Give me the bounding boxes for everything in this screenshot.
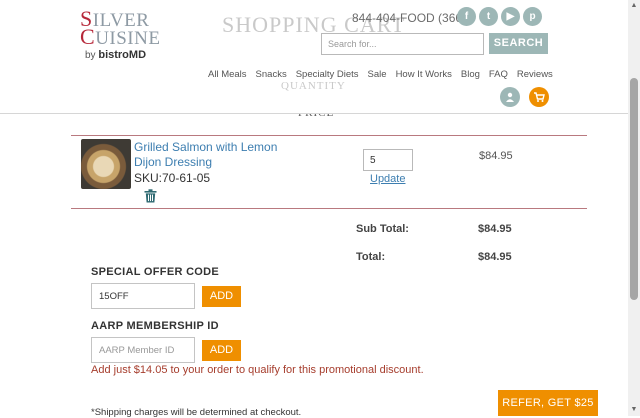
scroll-up-arrow-icon[interactable]: ▲ [628, 0, 640, 12]
phone-number[interactable]: 844-404-FOOD (3663) [352, 11, 473, 25]
facebook-icon[interactable]: f [457, 7, 476, 26]
nav-reviews[interactable]: Reviews [517, 69, 553, 80]
refer-button[interactable]: REFER, GET $25 [498, 390, 598, 416]
search-input[interactable] [321, 33, 484, 55]
nav-all-meals[interactable]: All Meals [208, 69, 247, 80]
divider-bottom [71, 208, 587, 209]
account-icon[interactable] [500, 87, 520, 107]
total-label: Total: [356, 251, 386, 263]
product-sku: SKU:70-61-05 [134, 171, 211, 185]
aarp-heading: AARP MEMBERSHIP ID [91, 320, 219, 332]
update-link[interactable]: Update [370, 173, 405, 185]
promo-message: Add just $14.05 to your order to qualify… [91, 364, 424, 376]
scroll-down-arrow-icon[interactable]: ▼ [628, 404, 640, 416]
special-offer-input[interactable] [91, 283, 195, 309]
pinterest-icon[interactable]: p [523, 7, 542, 26]
nav-snacks[interactable]: Snacks [256, 69, 287, 80]
trash-icon[interactable] [144, 189, 157, 203]
youtube-icon[interactable]: ▶ [501, 7, 520, 26]
nav-faq[interactable]: FAQ [489, 69, 508, 80]
add-aarp-button[interactable]: ADD [202, 340, 241, 361]
divider-top [71, 135, 587, 136]
add-offer-code-button[interactable]: ADD [202, 286, 241, 307]
product-thumbnail[interactable] [81, 139, 131, 189]
product-name[interactable]: Grilled Salmon with Lemon [134, 140, 277, 154]
aarp-member-input[interactable] [91, 337, 195, 363]
twitter-icon[interactable]: t [479, 7, 498, 26]
search-button[interactable]: SEARCH [489, 33, 548, 54]
quantity-input[interactable] [363, 149, 413, 171]
special-offer-heading: SPECIAL OFFER CODE [91, 266, 220, 278]
product-name-line2[interactable]: Dijon Dressing [134, 155, 212, 169]
shipping-note: *Shipping charges will be determined at … [91, 407, 302, 418]
main-nav: All Meals Snacks Specialty Diets Sale How It… [208, 69, 562, 80]
site-logo[interactable]: SILVER CUISINE by bistroMD [80, 6, 170, 62]
subtotal-label: Sub Total: [356, 223, 409, 235]
nav-how-it-works[interactable]: How It Works [396, 69, 452, 80]
site-header: SHOPPING CART QUANTITY SILVER CUISINE by… [0, 0, 628, 114]
scrollbar-thumb[interactable] [630, 78, 638, 300]
nav-blog[interactable]: Blog [461, 69, 480, 80]
subtotal-value: $84.95 [478, 223, 512, 235]
nav-sale[interactable]: Sale [368, 69, 387, 80]
total-value: $84.95 [478, 251, 512, 263]
cart-icon[interactable] [529, 87, 549, 107]
scrollbar[interactable]: ▲ ▼ [628, 0, 640, 416]
item-price: $84.95 [479, 150, 513, 162]
nav-specialty-diets[interactable]: Specialty Diets [296, 69, 359, 80]
ghost-quantity-heading: QUANTITY [281, 80, 346, 92]
